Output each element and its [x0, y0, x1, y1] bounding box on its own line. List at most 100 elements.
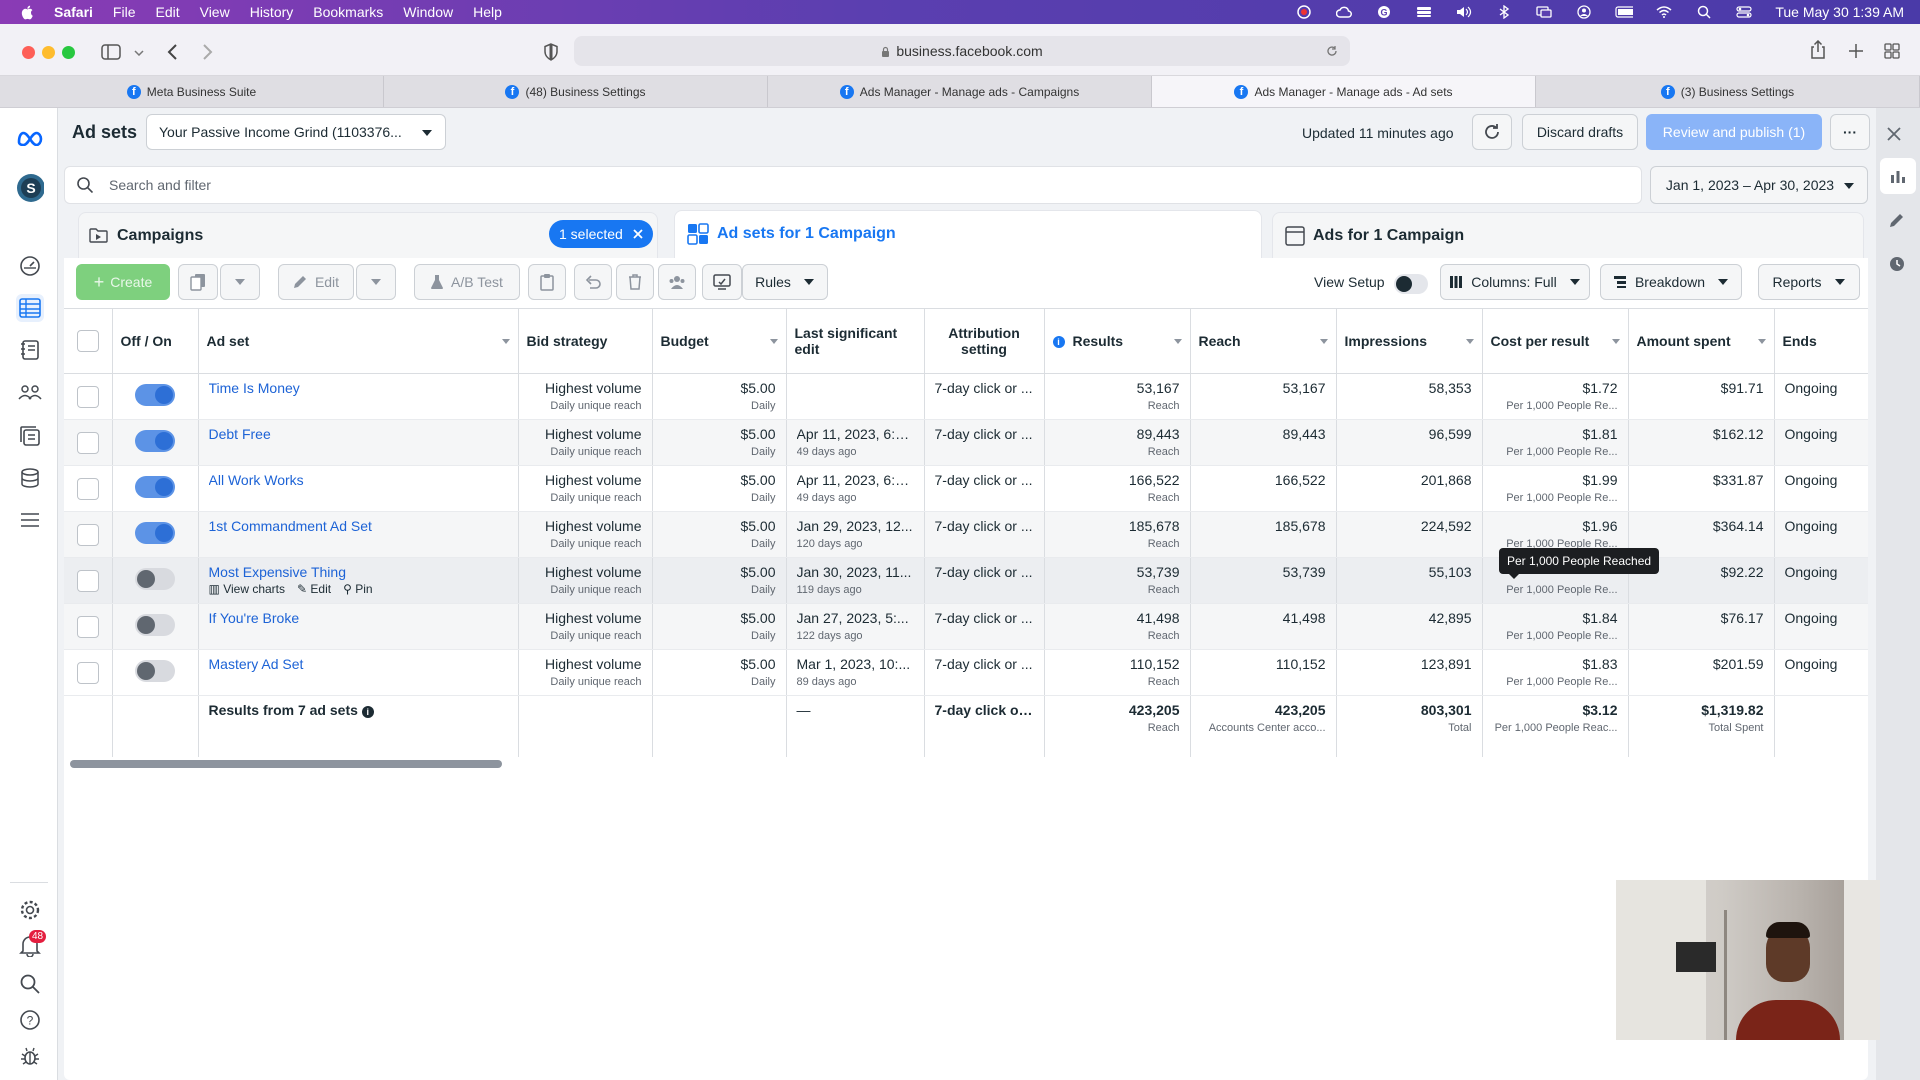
search-icon[interactable]	[16, 970, 44, 998]
history-clock-icon[interactable]	[1889, 256, 1905, 272]
budget-cell[interactable]: $5.00 Daily	[652, 511, 787, 558]
col-attribution-setting[interactable]: Attribution setting	[924, 309, 1045, 374]
privacy-shield-icon[interactable]	[544, 43, 558, 61]
col-impressions[interactable]: Impressions	[1336, 309, 1483, 374]
delete-button[interactable]	[616, 264, 654, 300]
ad-set-name-link[interactable]: 1st Commandment Ad Set	[209, 518, 508, 534]
close-panel-icon[interactable]	[1886, 126, 1902, 142]
people-icon[interactable]	[16, 378, 44, 406]
row-checkbox[interactable]	[76, 477, 99, 500]
menu-history[interactable]: History	[250, 4, 294, 20]
menu-bookmarks[interactable]: Bookmarks	[313, 4, 383, 20]
col-bid-strategy[interactable]: Bid strategy	[518, 309, 653, 374]
browser-tab-meta-business-suite[interactable]: f Meta Business Suite	[0, 76, 384, 107]
col-ends[interactable]: Ends	[1774, 309, 1868, 374]
all-tools-menu-icon[interactable]	[16, 506, 44, 534]
battery-icon[interactable]	[1615, 5, 1634, 19]
menu-file[interactable]: File	[113, 4, 136, 20]
sort-caret-icon[interactable]	[501, 339, 510, 344]
clipboard-button[interactable]	[528, 264, 566, 300]
ad-set-name-link[interactable]: All Work Works	[209, 472, 508, 488]
report-bug-icon[interactable]	[16, 1042, 44, 1070]
browser-tab-business-settings[interactable]: f (48) Business Settings	[384, 76, 768, 107]
preview-button[interactable]	[702, 264, 742, 300]
refresh-button[interactable]	[1472, 114, 1512, 150]
sort-caret-icon[interactable]	[1465, 339, 1474, 344]
col-ad-set[interactable]: Ad set	[198, 309, 519, 374]
row-checkbox[interactable]	[76, 431, 99, 454]
menu-edit[interactable]: Edit	[155, 4, 179, 20]
control-center-icon[interactable]	[1735, 5, 1753, 19]
ab-test-button[interactable]: A/B Test	[414, 264, 520, 300]
reload-icon[interactable]	[1326, 45, 1338, 57]
dashboard-gauge-icon[interactable]	[16, 252, 44, 280]
budget-cell[interactable]: $5.00 Daily	[652, 603, 787, 650]
ad-set-toggle[interactable]	[135, 567, 175, 590]
view-charts-action[interactable]: ▥ View charts	[209, 582, 286, 596]
charts-panel-button[interactable]	[1880, 158, 1916, 194]
share-icon[interactable]	[1810, 40, 1826, 60]
search-and-filter-bar[interactable]: Search and filter	[64, 166, 1642, 204]
info-icon[interactable]: i	[1052, 335, 1065, 348]
edit-action[interactable]: ✎ Edit	[297, 582, 331, 596]
columns-dropdown[interactable]: Columns: Full	[1440, 264, 1590, 300]
col-off-on[interactable]: Off / On	[112, 309, 199, 374]
volume-icon[interactable]	[1455, 5, 1473, 19]
table-row[interactable]: Mastery Ad Set Highest volume Daily uniqu…	[64, 649, 1868, 696]
date-range-picker[interactable]: Jan 1, 2023 – Apr 30, 2023	[1650, 166, 1868, 204]
sort-caret-icon[interactable]	[1319, 339, 1328, 344]
duplicate-dropdown[interactable]	[220, 264, 260, 300]
sort-caret-icon[interactable]	[1611, 339, 1620, 344]
col-amount-spent[interactable]: Amount spent	[1628, 309, 1775, 374]
view-setup-toggle[interactable]	[1394, 274, 1428, 294]
budget-cell[interactable]: $5.00 Daily	[652, 557, 787, 604]
ad-set-name-link[interactable]: Most Expensive Thing	[209, 564, 508, 580]
settings-gear-icon[interactable]	[16, 896, 44, 924]
menu-help[interactable]: Help	[473, 4, 502, 20]
edit-dropdown[interactable]	[356, 264, 396, 300]
tab-overview-icon[interactable]	[1884, 43, 1900, 59]
sort-caret-icon[interactable]	[1173, 339, 1182, 344]
budget-cell[interactable]: $5.00 Daily	[652, 373, 787, 420]
col-reach[interactable]: Reach	[1190, 309, 1337, 374]
row-checkbox[interactable]	[76, 385, 99, 408]
breakdown-dropdown[interactable]: Breakdown	[1600, 264, 1742, 300]
edit-pencil-icon[interactable]	[1889, 212, 1905, 228]
apple-icon[interactable]	[20, 4, 36, 20]
sort-caret-icon[interactable]	[769, 339, 778, 344]
tab-ads[interactable]: Ads for 1 Campaign	[1272, 212, 1864, 258]
info-icon[interactable]: i	[361, 705, 374, 718]
create-button[interactable]: + Create	[76, 264, 170, 300]
address-bar[interactable]: business.facebook.com	[574, 36, 1350, 66]
row-checkbox[interactable]	[76, 569, 99, 592]
notifications-bell-icon[interactable]: 48	[16, 930, 47, 960]
row-checkbox[interactable]	[76, 661, 99, 684]
zoom-window-button[interactable]	[62, 46, 75, 59]
ad-set-toggle[interactable]	[135, 613, 175, 636]
menu-app-name[interactable]: Safari	[54, 4, 93, 20]
ad-set-toggle[interactable]	[135, 475, 175, 498]
row-checkbox[interactable]	[76, 523, 99, 546]
account-avatar[interactable]: S	[16, 174, 44, 202]
back-icon[interactable]	[166, 44, 178, 60]
bluetooth-icon[interactable]	[1495, 5, 1513, 19]
meta-logo-icon[interactable]	[16, 124, 44, 152]
select-all-checkbox[interactable]	[76, 329, 99, 352]
ad-set-toggle[interactable]	[135, 429, 175, 452]
budget-cell[interactable]: $5.00 Daily	[652, 419, 787, 466]
pin-action[interactable]: ⚲ Pin	[343, 582, 372, 596]
budget-cell[interactable]: $5.00 Daily	[652, 465, 787, 512]
menu-window[interactable]: Window	[403, 4, 453, 20]
tab-ad-sets[interactable]: Ad sets for 1 Campaign	[674, 210, 1262, 258]
review-and-publish-button[interactable]: Review and publish (1)	[1646, 114, 1822, 150]
ad-set-toggle[interactable]	[135, 383, 175, 406]
col-budget[interactable]: Budget	[652, 309, 787, 374]
menu-view[interactable]: View	[200, 4, 230, 20]
search-input[interactable]: Search and filter	[109, 177, 211, 193]
table-row[interactable]: Debt Free Highest volume Daily unique rea…	[64, 419, 1868, 466]
col-cost-per-result[interactable]: Cost per result	[1482, 309, 1629, 374]
screen-mirror-icon[interactable]	[1535, 5, 1553, 19]
browser-tab-campaigns[interactable]: f Ads Manager - Manage ads - Campaigns	[768, 76, 1152, 107]
clear-selection-icon[interactable]	[632, 228, 644, 240]
chevron-down-icon[interactable]	[134, 50, 144, 56]
